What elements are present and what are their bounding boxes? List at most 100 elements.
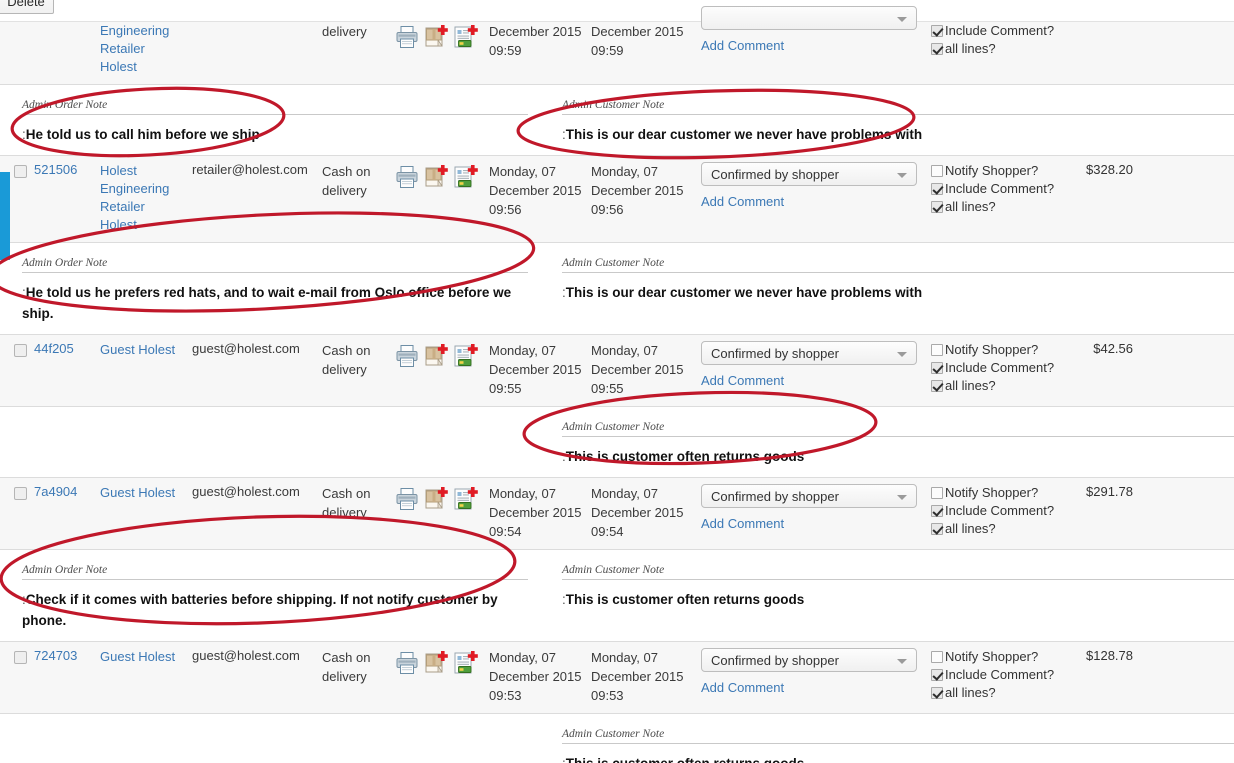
notify-shopper-checkbox[interactable] bbox=[931, 344, 943, 356]
table-row[interactable]: 7a4904 Guest Holest guest@holest.com Cash o… bbox=[0, 477, 1234, 550]
row-select-cell[interactable] bbox=[0, 484, 34, 503]
notification-options-cell[interactable]: Notify Shopper? Include Comment? all lines… bbox=[931, 648, 1071, 702]
admin-order-note-block[interactable] bbox=[0, 421, 540, 467]
row-select-cell[interactable] bbox=[0, 648, 34, 667]
package-add-icon[interactable] bbox=[422, 486, 450, 512]
add-comment-link[interactable]: Add Comment bbox=[701, 373, 784, 388]
order-status-select[interactable]: Confirmed by shopper bbox=[701, 162, 917, 186]
admin-order-note-block[interactable]: Admin Order Note He told us to call him b… bbox=[0, 99, 540, 145]
order-status-cell[interactable]: Confirmed by shopper Add Comment bbox=[701, 162, 931, 209]
row-select-checkbox[interactable] bbox=[14, 165, 27, 178]
all-lines-checkbox[interactable] bbox=[931, 523, 943, 535]
order-id-cell[interactable]: 44f205 bbox=[34, 341, 100, 356]
add-comment-link[interactable]: Add Comment bbox=[701, 516, 784, 531]
table-row[interactable]: Engineering Retailer Holest delivery Decembe… bbox=[0, 6, 1234, 85]
all-lines-row[interactable]: all lines? bbox=[931, 40, 1071, 58]
customer-name-link[interactable]: Guest Holest bbox=[100, 341, 192, 359]
notify-shopper-checkbox[interactable] bbox=[931, 487, 943, 499]
order-status-select[interactable] bbox=[701, 6, 917, 30]
customer-cell[interactable]: Guest Holest bbox=[100, 341, 192, 359]
all-lines-checkbox[interactable] bbox=[931, 687, 943, 699]
package-add-icon[interactable] bbox=[422, 343, 450, 369]
notify-shopper-checkbox[interactable] bbox=[931, 651, 943, 663]
row-actions-cell[interactable] bbox=[394, 484, 489, 512]
order-status-select[interactable]: Confirmed by shopper bbox=[701, 648, 917, 672]
delete-button[interactable]: Delete bbox=[0, 0, 54, 14]
include-comment-checkbox[interactable] bbox=[931, 362, 943, 374]
include-comment-row[interactable]: Include Comment? bbox=[931, 180, 1071, 198]
package-add-icon[interactable] bbox=[422, 24, 450, 50]
row-actions-cell[interactable] bbox=[394, 341, 489, 369]
customer-cell[interactable]: Engineering Retailer Holest bbox=[100, 22, 192, 76]
notify-shopper-checkbox[interactable] bbox=[931, 165, 943, 177]
admin-customer-note-block[interactable]: Admin Customer Note This is our dear cust… bbox=[540, 257, 1234, 324]
notify-shopper-row[interactable]: Notify Shopper? bbox=[931, 162, 1071, 180]
customer-cell[interactable]: Guest Holest bbox=[100, 648, 192, 666]
table-row[interactable]: 724703 Guest Holest guest@holest.com Cash o… bbox=[0, 641, 1234, 714]
include-comment-row[interactable]: Include Comment? bbox=[931, 666, 1071, 684]
include-comment-row[interactable]: Include Comment? bbox=[931, 359, 1071, 377]
all-lines-row[interactable]: all lines? bbox=[931, 684, 1071, 702]
invoice-add-icon[interactable] bbox=[452, 343, 480, 369]
all-lines-checkbox[interactable] bbox=[931, 43, 943, 55]
all-lines-row[interactable]: all lines? bbox=[931, 198, 1071, 216]
notify-shopper-row[interactable]: Notify Shopper? bbox=[931, 648, 1071, 666]
table-row[interactable]: 44f205 Guest Holest guest@holest.com Cash o… bbox=[0, 334, 1234, 407]
include-comment-checkbox[interactable] bbox=[931, 505, 943, 517]
notification-options-cell[interactable]: Notify Shopper? Include Comment? all lines… bbox=[931, 162, 1071, 216]
order-status-cell[interactable]: Confirmed by shopper Add Comment bbox=[701, 484, 931, 531]
invoice-add-icon[interactable] bbox=[452, 164, 480, 190]
add-comment-link[interactable]: Add Comment bbox=[701, 194, 784, 209]
admin-order-note-block[interactable]: Admin Order Note Check if it comes with b… bbox=[0, 564, 540, 631]
row-select-checkbox[interactable] bbox=[14, 651, 27, 664]
row-select-checkbox[interactable] bbox=[14, 487, 27, 500]
order-id-link[interactable]: 7a4904 bbox=[34, 484, 77, 499]
printer-icon[interactable] bbox=[394, 650, 420, 676]
package-add-icon[interactable] bbox=[422, 650, 450, 676]
admin-order-note-block[interactable] bbox=[0, 728, 540, 763]
customer-name-link[interactable]: Guest Holest bbox=[100, 484, 192, 502]
customer-cell[interactable]: Guest Holest bbox=[100, 484, 192, 502]
row-actions-cell[interactable] bbox=[394, 648, 489, 676]
printer-icon[interactable] bbox=[394, 486, 420, 512]
include-comment-checkbox[interactable] bbox=[931, 25, 943, 37]
customer-name-link[interactable]: Retailer bbox=[100, 198, 192, 216]
order-id-link[interactable]: 521506 bbox=[34, 162, 77, 177]
order-status-select[interactable]: Confirmed by shopper bbox=[701, 341, 917, 365]
customer-name-link[interactable]: Engineering bbox=[100, 22, 192, 40]
order-id-link[interactable]: 44f205 bbox=[34, 341, 74, 356]
row-actions-cell[interactable] bbox=[394, 162, 489, 190]
admin-customer-note-block[interactable]: Admin Customer Note This is customer ofte… bbox=[540, 564, 1234, 631]
customer-name-link[interactable]: Holest bbox=[100, 216, 192, 234]
row-select-cell[interactable] bbox=[0, 341, 34, 360]
include-comment-checkbox[interactable] bbox=[931, 183, 943, 195]
printer-icon[interactable] bbox=[394, 24, 420, 50]
all-lines-row[interactable]: all lines? bbox=[931, 520, 1071, 538]
invoice-add-icon[interactable] bbox=[452, 486, 480, 512]
row-actions-cell[interactable] bbox=[394, 22, 489, 50]
row-select-cell[interactable] bbox=[0, 22, 34, 25]
all-lines-row[interactable]: all lines? bbox=[931, 377, 1071, 395]
include-comment-row[interactable]: Include Comment? bbox=[931, 502, 1071, 520]
admin-order-note-block[interactable]: Admin Order Note He told us he prefers re… bbox=[0, 257, 540, 324]
admin-customer-note-block[interactable]: Admin Customer Note This is customer ofte… bbox=[540, 728, 1234, 763]
order-status-select[interactable]: Confirmed by shopper bbox=[701, 484, 917, 508]
customer-name-link[interactable]: Retailer bbox=[100, 40, 192, 58]
notification-options-cell[interactable]: Notify Shopper? Include Comment? all lines… bbox=[931, 341, 1071, 395]
invoice-add-icon[interactable] bbox=[452, 650, 480, 676]
customer-name-link[interactable]: Holest bbox=[100, 58, 192, 76]
customer-cell[interactable]: Holest Engineering Retailer Holest bbox=[100, 162, 192, 234]
order-id-cell[interactable]: 7a4904 bbox=[34, 484, 100, 499]
row-select-checkbox[interactable] bbox=[14, 344, 27, 357]
scroll-position-marker[interactable] bbox=[0, 172, 10, 260]
order-id-cell[interactable]: 724703 bbox=[34, 648, 100, 663]
notification-options-cell[interactable]: Notify Shopper? Include Comment? all lines… bbox=[931, 484, 1071, 538]
admin-customer-note-block[interactable]: Admin Customer Note This is our dear cust… bbox=[540, 99, 1234, 145]
all-lines-checkbox[interactable] bbox=[931, 380, 943, 392]
customer-name-link[interactable]: Guest Holest bbox=[100, 648, 192, 666]
order-status-cell[interactable]: Add Comment bbox=[701, 6, 931, 53]
customer-name-link[interactable]: Engineering bbox=[100, 180, 192, 198]
all-lines-checkbox[interactable] bbox=[931, 201, 943, 213]
customer-name-link[interactable]: Holest bbox=[100, 162, 192, 180]
order-status-cell[interactable]: Confirmed by shopper Add Comment bbox=[701, 648, 931, 695]
